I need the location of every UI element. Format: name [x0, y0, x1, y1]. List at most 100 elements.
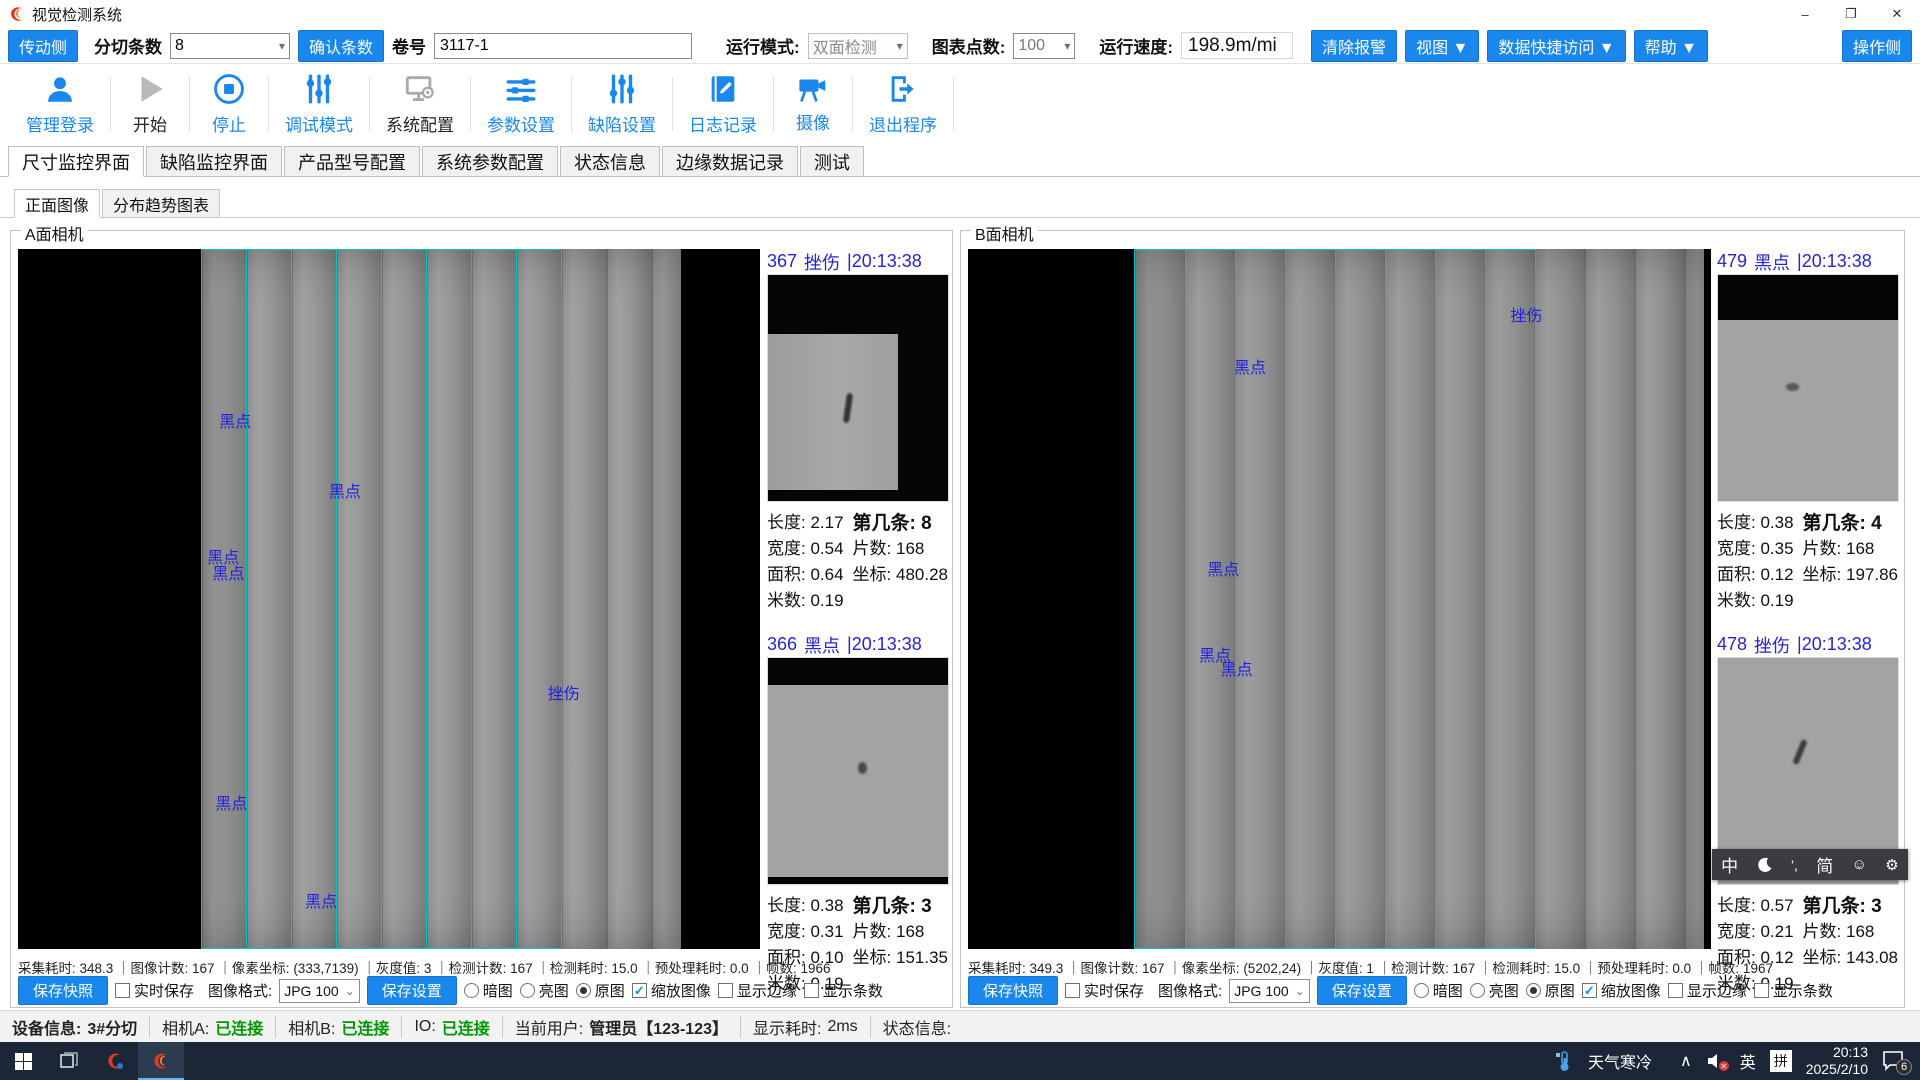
confirm-count-button[interactable]: 确认条数 [298, 30, 384, 62]
show-strips-checkbox[interactable] [1754, 983, 1769, 998]
clock[interactable]: 20:13 2025/2/10 [1806, 1044, 1868, 1078]
tab-front-image[interactable]: 正面图像 [14, 189, 100, 218]
original-image-radio[interactable] [1526, 983, 1541, 998]
tab-test[interactable]: 测试 [800, 146, 864, 176]
weather-text[interactable]: 天气寒冷 [1588, 1049, 1652, 1073]
task-view-button[interactable] [46, 1042, 92, 1080]
language-indicator[interactable]: 英 [1740, 1049, 1756, 1073]
drive-side-button[interactable]: 传动侧 [8, 30, 78, 62]
tray-chevron-icon[interactable]: ∧ [1680, 1051, 1692, 1071]
dark-image-radio[interactable] [464, 983, 479, 998]
start-button[interactable]: 开始 [111, 72, 189, 136]
save-settings-button[interactable]: 保存设置 [367, 976, 457, 1005]
save-snapshot-button[interactable]: 保存快照 [968, 976, 1058, 1005]
bright-image-radio[interactable] [1470, 983, 1485, 998]
ime-punctuation[interactable]: ’, [1791, 857, 1798, 873]
zoom-image-checkbox[interactable]: ✓ [632, 983, 647, 998]
log-record-button[interactable]: 日志记录 [673, 72, 773, 136]
camera-b-stats: 采集耗时: 349.3 ｜图像计数: 167 ｜像素坐标: (5202,24) … [968, 957, 1773, 977]
parameter-settings-button[interactable]: 参数设置 [471, 72, 571, 136]
camera-b-image[interactable]: 挫伤 黑点 黑点 黑点 黑点 [968, 249, 1711, 949]
zoom-image-checkbox[interactable]: ✓ [1582, 983, 1597, 998]
minimize-button[interactable]: – [1782, 0, 1828, 28]
debug-mode-button[interactable]: 调试模式 [269, 72, 369, 136]
run-mode-select[interactable]: 双面检测▾ [808, 33, 908, 59]
defect-thumbnail[interactable] [767, 274, 949, 502]
show-edges-checkbox[interactable] [1668, 983, 1683, 998]
notification-badge: 6 [1896, 1059, 1912, 1075]
close-button[interactable]: ✕ [1874, 0, 1920, 28]
realtime-save-checkbox[interactable] [1065, 983, 1080, 998]
ime-lang-mode[interactable]: 中 [1721, 852, 1738, 877]
defect-header: 478挫伤|20:13:38 [1717, 632, 1899, 657]
display-time: 显示耗时:2ms [741, 1016, 871, 1038]
save-snapshot-button[interactable]: 保存快照 [18, 976, 108, 1005]
image-format-select[interactable]: JPG 100⌄ [279, 979, 360, 1003]
bright-image-radio[interactable] [520, 983, 535, 998]
defect-label: 挫伤 [548, 680, 580, 704]
start-button[interactable] [0, 1042, 46, 1080]
gear-icon[interactable]: ⚙ [1885, 856, 1898, 874]
original-image-radio[interactable] [576, 983, 591, 998]
save-settings-button[interactable]: 保存设置 [1317, 976, 1407, 1005]
run-mode-label: 运行模式: [726, 33, 800, 58]
exit-program-button[interactable]: 退出程序 [853, 72, 953, 136]
defect-label: 黑点 [1234, 354, 1266, 378]
ime-simplified[interactable]: 简 [1816, 852, 1833, 877]
tab-status-info[interactable]: 状态信息 [560, 146, 660, 176]
image-format-select[interactable]: JPG 100⌄ [1229, 979, 1310, 1003]
defect-list-b: 479黑点|20:13:38 长度: 0.38 第几条: 4 宽度: 0.35 … [1717, 249, 1899, 1015]
window-title: 视觉检测系统 [32, 4, 122, 25]
emoji-icon[interactable]: ☺ [1852, 856, 1867, 873]
defect-thumbnail[interactable] [767, 657, 949, 885]
defect-thumbnail[interactable] [1717, 274, 1899, 502]
defect-settings-button[interactable]: 缺陷设置 [572, 72, 672, 136]
chart-points-select[interactable]: 100▾ [1013, 33, 1075, 59]
defect-info: 长度: 0.38 第几条: 4 宽度: 0.35 片数: 168 面积: 0.1… [1717, 508, 1899, 608]
camera-a-image[interactable]: 黑点 黑点 黑点 黑点 黑点 黑点 挫伤 [18, 249, 760, 949]
show-edges-checkbox[interactable] [718, 983, 733, 998]
tab-edge-data-record[interactable]: 边缘数据记录 [662, 146, 798, 176]
chart-points-label: 图表点数: [932, 33, 1006, 58]
defect-label: 挫伤 [1510, 302, 1542, 326]
bright-image-label: 亮图 [539, 980, 569, 1001]
pinned-app-button[interactable] [92, 1042, 138, 1080]
volume-muted-icon[interactable]: ✕ [1706, 1052, 1726, 1070]
moon-icon[interactable] [1757, 857, 1773, 873]
restore-button[interactable]: ❐ [1828, 0, 1874, 28]
clear-alarm-button[interactable]: 清除报警 [1311, 30, 1397, 62]
sub-tab-strip: 正面图像 分布趋势图表 [0, 188, 1920, 218]
defect-header: 479黑点|20:13:38 [1717, 249, 1899, 274]
show-strips-checkbox[interactable] [804, 983, 819, 998]
log-book-icon [706, 72, 740, 106]
active-app-button[interactable] [138, 1042, 184, 1080]
slit-count-select[interactable]: 8▾ [170, 33, 290, 59]
realtime-save-checkbox[interactable] [115, 983, 130, 998]
dark-image-radio[interactable] [1414, 983, 1429, 998]
tab-product-model-config[interactable]: 产品型号配置 [284, 146, 420, 176]
system-config-button[interactable]: 系统配置 [370, 72, 470, 136]
status-message: 状态信息: [871, 1016, 963, 1038]
capture-button[interactable]: 摄像 [774, 74, 852, 134]
stop-button[interactable]: 停止 [190, 72, 268, 136]
view-menu-button[interactable]: 视图 ▼ [1405, 30, 1479, 62]
data-quick-access-button[interactable]: 数据快捷访问 ▼ [1487, 30, 1625, 62]
top-toolbar: 传动侧 分切条数 8▾ 确认条数 卷号 3117-1 运行模式: 双面检测▾ 图… [0, 28, 1920, 64]
operator-side-button[interactable]: 操作侧 [1842, 30, 1912, 62]
original-image-label: 原图 [1545, 980, 1575, 1001]
panel-camera-b: B面相机 挫伤 黑点 黑点 黑点 黑点 479黑点|20:13:38 长度: 0… [960, 230, 1905, 1008]
ime-indicator[interactable]: 拼 [1770, 1050, 1792, 1072]
zoom-image-label: 缩放图像 [1601, 980, 1661, 1001]
tab-size-monitor[interactable]: 尺寸监控界面 [8, 146, 144, 177]
device-info: 设备信息: 3#分切 [0, 1016, 150, 1038]
tab-system-param-config[interactable]: 系统参数配置 [422, 146, 558, 176]
roll-number-input[interactable]: 3117-1 [434, 33, 692, 59]
defect-label: 黑点 [219, 408, 251, 432]
help-menu-button[interactable]: 帮助 ▼ [1634, 30, 1708, 62]
defect-card: 367挫伤|20:13:38 长度: 2.17 第几条: 8 宽度: 0.54 … [767, 249, 949, 608]
notification-center-button[interactable]: 6 [1882, 1050, 1908, 1072]
tab-defect-monitor[interactable]: 缺陷监控界面 [146, 146, 282, 176]
admin-login-button[interactable]: 管理登录 [10, 72, 110, 136]
tab-distribution-trend-chart[interactable]: 分布趋势图表 [102, 189, 220, 217]
monitor-gear-icon [403, 72, 437, 106]
